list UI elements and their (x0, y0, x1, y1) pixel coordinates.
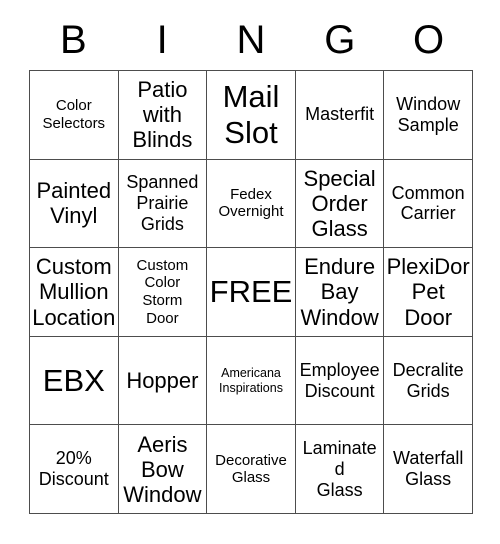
bingo-cell-r3c1[interactable]: Custom Mullion Location (30, 248, 119, 337)
bingo-cell-r5c4[interactable]: Laminated Glass (295, 425, 385, 514)
bingo-cell-label: Decralite Grids (392, 359, 464, 401)
bingo-cell-label: Fedex Overnight (218, 185, 284, 221)
bingo-cell-r3c4[interactable]: Endure Bay Window (295, 248, 385, 337)
bingo-header: B I N G O (29, 14, 473, 66)
bingo-cell-label: Decorative Glass (215, 451, 287, 487)
bingo-cell-r2c4[interactable]: Special Order Glass (295, 159, 385, 249)
bingo-cell-label: Laminated Glass (302, 437, 377, 500)
bingo-cell-label: Window Sample (396, 93, 461, 135)
bingo-cell-r4c4[interactable]: Employee Discount (295, 336, 385, 426)
bingo-header-letter-i: I (156, 18, 168, 62)
bingo-cell-label: Painted Vinyl (36, 178, 112, 229)
bingo-cell-label: Common Carrier (391, 182, 465, 224)
bingo-cell-label: Mail Slot (222, 79, 280, 150)
bingo-cell-r4c5[interactable]: Decralite Grids (384, 336, 473, 426)
bingo-cell-label: Endure Bay Window (300, 254, 379, 330)
bingo-grid: Color Selectors Patio with Blinds Mail S… (29, 70, 473, 514)
bingo-cell-r2c5[interactable]: Common Carrier (384, 159, 473, 249)
bingo-cell-label: Custom Color Storm Door (136, 256, 189, 327)
bingo-cell-label: Americana Inspirations (219, 365, 283, 395)
bingo-cell-label: Aeris Bow Window (123, 431, 202, 507)
bingo-cell-r4c2[interactable]: Hopper (118, 336, 208, 426)
bingo-cell-label: Custom Mullion Location (32, 254, 116, 330)
bingo-card: B I N G O Color Selectors Patio with Bli… (0, 0, 500, 544)
bingo-cell-r1c1[interactable]: Color Selectors (30, 71, 119, 160)
bingo-cell-label: FREE (209, 274, 293, 310)
bingo-cell-r4c1[interactable]: EBX (30, 336, 119, 426)
bingo-cell-label: Waterfall Glass (393, 448, 464, 490)
bingo-cell-r1c3[interactable]: Mail Slot (207, 71, 296, 160)
bingo-cell-label: Patio with Blinds (132, 77, 193, 153)
bingo-cell-r2c1[interactable]: Painted Vinyl (30, 159, 119, 249)
bingo-cell-r3c5[interactable]: PlexiDor Pet Door (384, 248, 473, 337)
bingo-cell-r5c5[interactable]: Waterfall Glass (384, 425, 473, 514)
bingo-cell-label: 20% Discount (38, 448, 109, 490)
bingo-cell-r1c4[interactable]: Masterfit (295, 71, 385, 160)
bingo-cell-label: EBX (42, 362, 105, 398)
bingo-cell-label: PlexiDor Pet Door (386, 254, 470, 330)
bingo-cell-r2c2[interactable]: Spanned Prairie Grids (118, 159, 208, 249)
bingo-cell-label: Color Selectors (42, 97, 106, 132)
bingo-cell-r4c3[interactable]: Americana Inspirations (207, 336, 296, 426)
bingo-cell-label: Spanned Prairie Grids (126, 172, 199, 234)
bingo-cell-r5c3[interactable]: Decorative Glass (207, 425, 296, 514)
bingo-cell-label: Special Order Glass (303, 165, 376, 241)
bingo-cell-r3c2[interactable]: Custom Color Storm Door (118, 248, 208, 337)
bingo-cell-r1c2[interactable]: Patio with Blinds (118, 71, 208, 160)
bingo-cell-r2c3[interactable]: Fedex Overnight (207, 159, 296, 249)
bingo-cell-r5c2[interactable]: Aeris Bow Window (118, 425, 208, 514)
bingo-cell-label: Masterfit (305, 104, 375, 125)
bingo-cell-r5c1[interactable]: 20% Discount (30, 425, 119, 514)
bingo-cell-label: Employee Discount (299, 359, 380, 401)
bingo-cell-label: Hopper (126, 368, 199, 394)
bingo-header-letter-o: O (413, 18, 445, 62)
bingo-header-letter-b: B (60, 18, 87, 62)
bingo-cell-free-space[interactable]: FREE (207, 248, 296, 337)
bingo-cell-r1c5[interactable]: Window Sample (384, 71, 473, 160)
bingo-header-letter-n: N (236, 18, 266, 62)
bingo-header-letter-g: G (324, 18, 356, 62)
